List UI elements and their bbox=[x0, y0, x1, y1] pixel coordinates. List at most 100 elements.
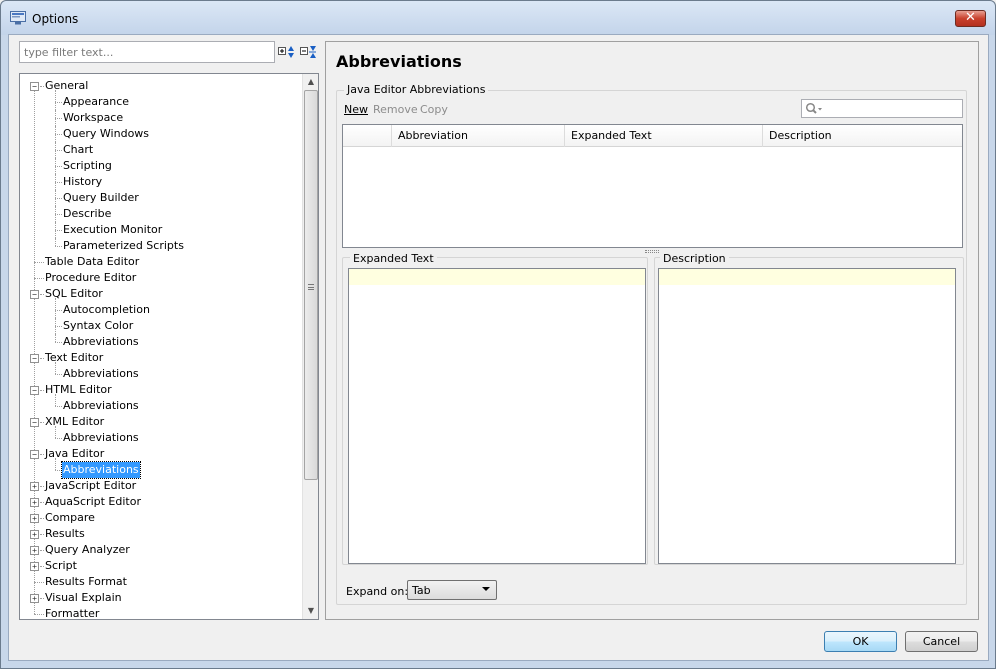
tree-items: − General Appearance Workspace Query Windows… bbox=[20, 78, 302, 619]
tree-item[interactable]: Scripting bbox=[20, 158, 302, 174]
tree-item-label: Query Windows bbox=[63, 127, 150, 140]
tree-item[interactable]: Workspace bbox=[20, 110, 302, 126]
tree-item-label: General bbox=[45, 79, 89, 92]
grip-icon bbox=[308, 284, 314, 290]
collapse-node-icon[interactable]: − bbox=[30, 290, 39, 299]
copy-button[interactable]: Copy bbox=[420, 103, 448, 116]
tree-item[interactable]: Parameterized Scripts bbox=[20, 238, 302, 254]
expanded-text-editor[interactable] bbox=[348, 268, 646, 564]
tree-item[interactable]: Abbreviations bbox=[20, 334, 302, 350]
tree-item-label: Abbreviations bbox=[63, 431, 139, 444]
tree-item[interactable]: Table Data Editor bbox=[20, 254, 302, 270]
expand-node-icon[interactable]: + bbox=[30, 530, 39, 539]
options-window: Options ✕ −GeneralAppearanceWorkspaceQue… bbox=[0, 0, 996, 669]
tree-item-label: Scripting bbox=[63, 159, 112, 172]
description-label: Description bbox=[660, 252, 729, 265]
tree-item-label: Java Editor bbox=[45, 447, 105, 460]
tree-item[interactable]: − SQL Editor bbox=[20, 286, 302, 302]
tree-item[interactable]: Appearance bbox=[20, 90, 302, 110]
expand-node-icon[interactable]: + bbox=[30, 498, 39, 507]
tree-item[interactable]: Describe bbox=[20, 206, 302, 222]
current-line-highlight bbox=[349, 269, 645, 285]
dialog-body: −GeneralAppearanceWorkspaceQuery Windows… bbox=[8, 34, 989, 661]
splitter-handle[interactable] bbox=[645, 250, 659, 253]
tree-item[interactable]: + Compare bbox=[20, 510, 302, 526]
tree-item[interactable]: + Query Analyzer bbox=[20, 542, 302, 558]
tree-item-label: Execution Monitor bbox=[63, 223, 163, 236]
tree-item-label: Text Editor bbox=[45, 351, 104, 364]
tree-item[interactable]: + Visual Explain bbox=[20, 590, 302, 606]
collapse-node-icon[interactable]: − bbox=[30, 354, 39, 363]
tree-item[interactable]: Formatter bbox=[20, 606, 302, 619]
collapse-node-icon[interactable]: − bbox=[30, 418, 39, 427]
tree-item[interactable]: Chart bbox=[20, 142, 302, 158]
tree-item-label: Abbreviations bbox=[63, 335, 139, 348]
tree-item-label: Parameterized Scripts bbox=[63, 239, 184, 252]
tree-item-label: Compare bbox=[45, 511, 95, 524]
tree-item[interactable]: − Java Editor bbox=[20, 446, 302, 462]
close-icon: ✕ bbox=[965, 10, 976, 25]
tree-item[interactable]: + AquaScript Editor bbox=[20, 494, 302, 510]
expand-node-icon[interactable]: + bbox=[30, 514, 39, 523]
tree-item[interactable]: Abbreviations bbox=[20, 362, 302, 382]
tree-item[interactable]: Execution Monitor bbox=[20, 222, 302, 238]
collapse-node-icon[interactable]: − bbox=[30, 82, 39, 91]
options-tree[interactable]: − General Appearance Workspace Query Windows… bbox=[19, 73, 319, 620]
group-label: Java Editor Abbreviations bbox=[344, 83, 489, 96]
ok-button[interactable]: OK bbox=[824, 631, 897, 652]
close-button[interactable]: ✕ bbox=[955, 10, 986, 27]
title-bar[interactable]: Options ✕ bbox=[1, 1, 995, 35]
tree-item[interactable]: Query Builder bbox=[20, 190, 302, 206]
expand-node-icon[interactable]: + bbox=[30, 546, 39, 555]
tree-item-label: Query Analyzer bbox=[45, 543, 130, 556]
tree-item[interactable]: Abbreviations bbox=[20, 458, 302, 479]
tree-item-label: Abbreviations bbox=[63, 399, 139, 412]
tree-item[interactable]: + JavaScript Editor bbox=[20, 478, 302, 494]
tree-item[interactable]: + Script bbox=[20, 558, 302, 574]
collapse-node-icon[interactable]: − bbox=[30, 386, 39, 395]
abbreviation-search-input[interactable] bbox=[801, 99, 963, 118]
tree-item-label: Describe bbox=[63, 207, 112, 220]
column-header-abbreviation[interactable]: Abbreviation bbox=[392, 125, 565, 147]
scrollbar-thumb[interactable] bbox=[304, 90, 318, 480]
expand-node-icon[interactable]: + bbox=[30, 562, 39, 571]
tree-item[interactable]: − HTML Editor bbox=[20, 382, 302, 398]
tree-scrollbar[interactable]: ▲ ▼ bbox=[302, 74, 318, 619]
page-title: Abbreviations bbox=[336, 52, 462, 71]
scroll-down-arrow-icon[interactable]: ▼ bbox=[303, 603, 318, 619]
tree-item[interactable]: Procedure Editor bbox=[20, 270, 302, 286]
options-app-icon bbox=[10, 11, 26, 25]
expand-node-icon[interactable]: + bbox=[30, 482, 39, 491]
tree-item[interactable]: + Results bbox=[20, 526, 302, 542]
collapse-node-icon[interactable]: − bbox=[30, 450, 39, 459]
expand-all-icon[interactable] bbox=[277, 43, 295, 61]
tree-item[interactable]: Autocompletion bbox=[20, 298, 302, 318]
tree-item[interactable]: Abbreviations bbox=[20, 394, 302, 414]
expand-on-select[interactable]: Tab bbox=[407, 580, 497, 600]
tree-item-label: Query Builder bbox=[63, 191, 139, 204]
tree-item[interactable]: − Text Editor bbox=[20, 350, 302, 366]
tree-item-label: SQL Editor bbox=[45, 287, 103, 300]
tree-item[interactable]: − XML Editor bbox=[20, 414, 302, 430]
column-header-description[interactable]: Description bbox=[763, 125, 962, 147]
filter-input[interactable] bbox=[19, 41, 275, 63]
tree-item[interactable]: Syntax Color bbox=[20, 318, 302, 334]
tree-item-label: Appearance bbox=[63, 95, 130, 108]
tree-item-label: XML Editor bbox=[45, 415, 105, 428]
tree-item[interactable]: Results Format bbox=[20, 574, 302, 590]
remove-button[interactable]: Remove bbox=[373, 103, 418, 116]
cancel-button[interactable]: Cancel bbox=[905, 631, 978, 652]
tree-item[interactable]: − General bbox=[20, 78, 302, 94]
tree-item[interactable]: Query Windows bbox=[20, 126, 302, 142]
tree-item-label: Results bbox=[45, 527, 85, 540]
column-header-expanded-text[interactable]: Expanded Text bbox=[565, 125, 763, 147]
tree-item[interactable]: Abbreviations bbox=[20, 426, 302, 446]
expand-node-icon[interactable]: + bbox=[30, 594, 39, 603]
scroll-up-arrow-icon[interactable]: ▲ bbox=[303, 74, 318, 90]
collapse-all-icon[interactable] bbox=[299, 43, 317, 61]
tree-item-label: Abbreviations bbox=[61, 461, 141, 479]
tree-item[interactable]: History bbox=[20, 174, 302, 190]
new-button[interactable]: New bbox=[344, 103, 368, 116]
description-editor[interactable] bbox=[658, 268, 956, 564]
abbreviations-table[interactable]: Abbreviation Expanded Text Description bbox=[342, 124, 963, 248]
